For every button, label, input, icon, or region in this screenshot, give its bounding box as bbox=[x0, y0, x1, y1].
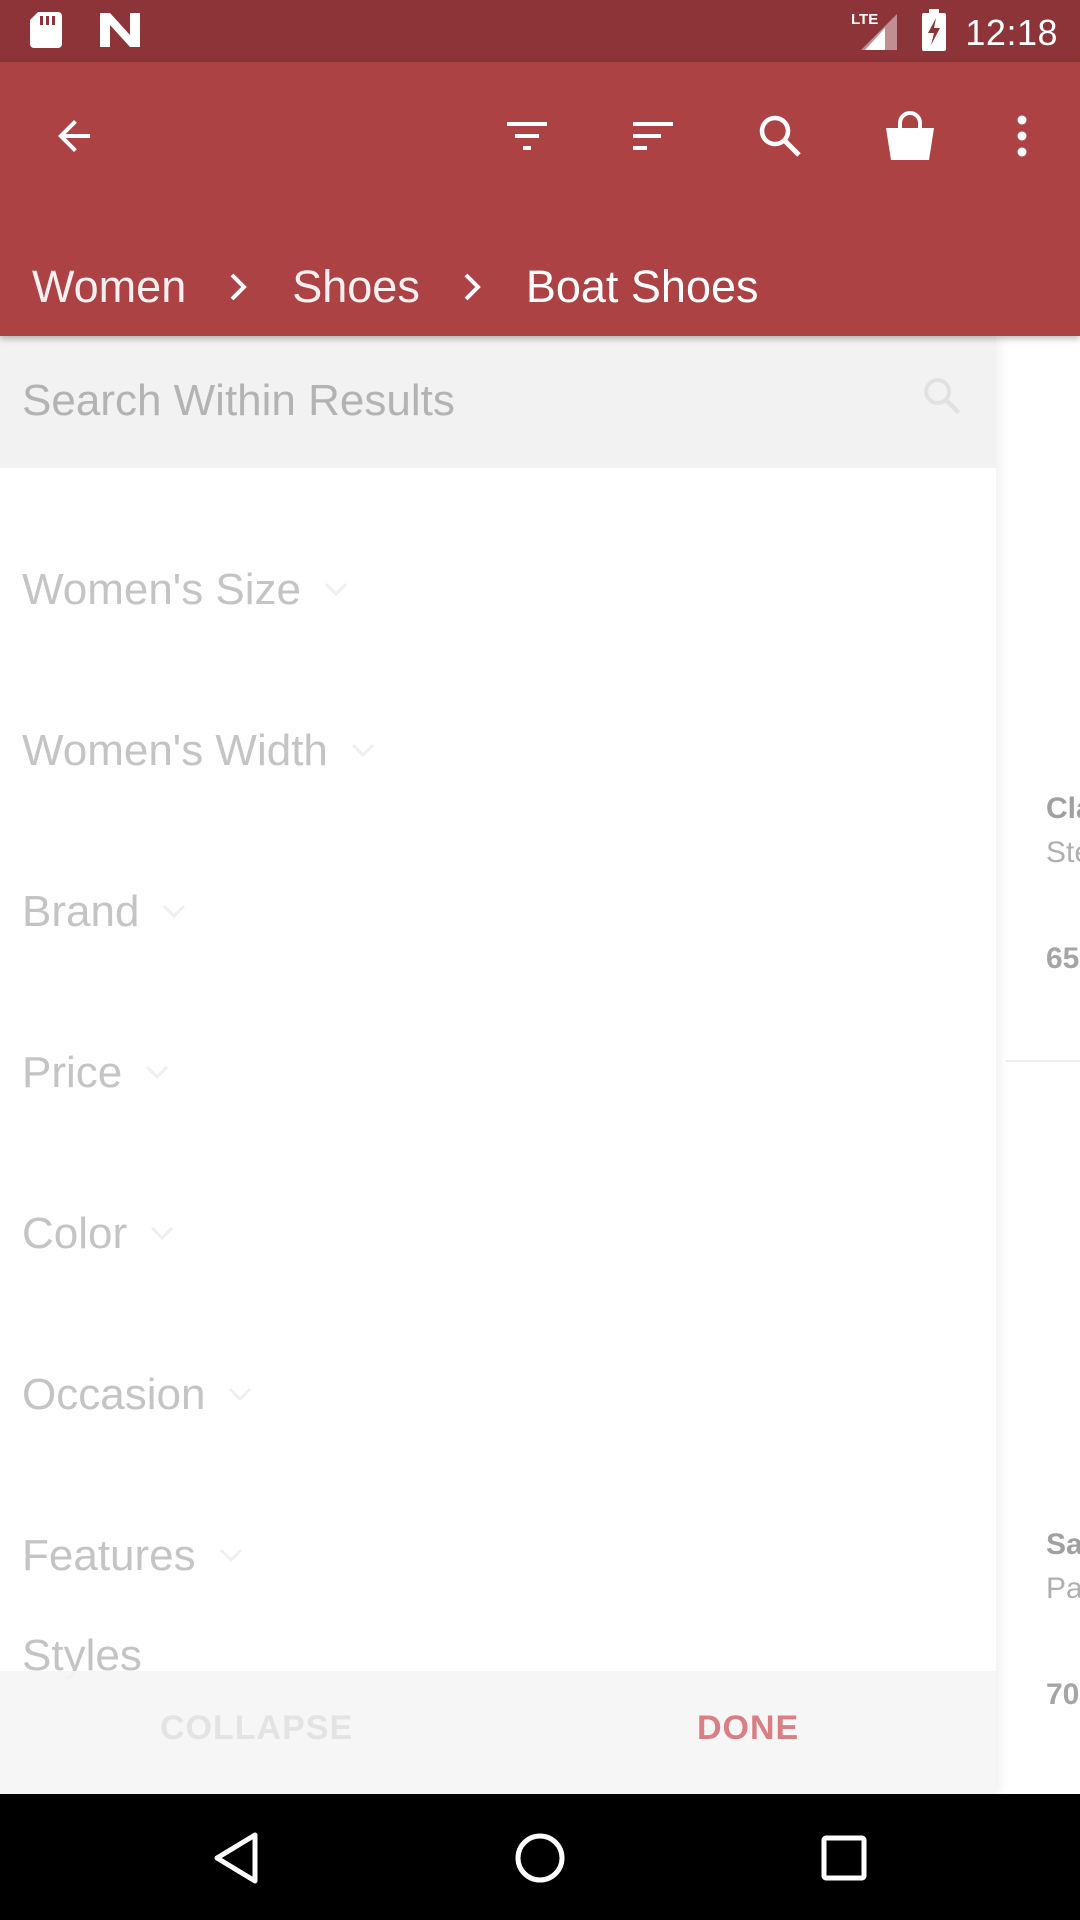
nav-recents-button[interactable] bbox=[802, 1816, 886, 1900]
search-icon bbox=[759, 115, 801, 157]
chevron-down-icon bbox=[218, 1547, 244, 1565]
back-button[interactable] bbox=[34, 96, 114, 176]
status-time: 12:18 bbox=[965, 11, 1058, 53]
sort-button[interactable] bbox=[613, 96, 693, 176]
shopping-bag-button[interactable] bbox=[870, 96, 950, 176]
chevron-down-icon bbox=[227, 1386, 253, 1404]
filter-occasion[interactable]: Occasion bbox=[22, 1355, 253, 1435]
chevron-down-icon bbox=[144, 1064, 170, 1082]
product-divider bbox=[1006, 1060, 1080, 1062]
filter-womens-size[interactable]: Women's Size bbox=[22, 550, 349, 630]
done-button[interactable]: DONE bbox=[697, 1709, 799, 1748]
nav-back-button[interactable] bbox=[194, 1816, 278, 1900]
square-recents-icon bbox=[821, 1835, 867, 1881]
product-subtitle: Ste bbox=[1046, 836, 1080, 869]
lte-signal-icon: LTE bbox=[851, 8, 903, 57]
more-vert-icon bbox=[1017, 115, 1027, 157]
filter-label: Women's Width bbox=[22, 726, 328, 775]
filter-color[interactable]: Color bbox=[22, 1194, 175, 1274]
chevron-down-icon bbox=[350, 742, 376, 760]
product-price: 65 bbox=[1046, 942, 1080, 975]
filter-label: Brand bbox=[22, 887, 140, 936]
chevron-down-icon bbox=[161, 903, 187, 921]
sort-icon bbox=[633, 122, 673, 150]
filter-womens-width[interactable]: Women's Width bbox=[22, 711, 376, 791]
chevron-right-icon bbox=[228, 271, 250, 303]
filter-button[interactable] bbox=[487, 96, 567, 176]
system-nav-bar bbox=[0, 1794, 1080, 1920]
filter-label: Women's Size bbox=[22, 565, 302, 614]
product-title[interactable]: Cla bbox=[1046, 792, 1080, 826]
filter-price[interactable]: Price bbox=[22, 1033, 170, 1113]
filter-drawer: Women's Size Women's Width Brand Price C… bbox=[0, 336, 996, 1794]
search-row bbox=[0, 336, 996, 468]
filter-label: Price bbox=[22, 1048, 123, 1097]
triangle-back-icon bbox=[214, 1832, 258, 1884]
collapse-button[interactable]: COLLAPSE bbox=[160, 1709, 353, 1748]
shopping-bag-icon bbox=[886, 111, 934, 160]
nav-home-button[interactable] bbox=[498, 1816, 582, 1900]
circle-home-icon bbox=[515, 1833, 565, 1883]
filter-label: Occasion bbox=[22, 1370, 206, 1419]
chevron-right-icon bbox=[462, 271, 484, 303]
filter-features[interactable]: Features bbox=[22, 1516, 244, 1596]
status-bar: LTE 12:18 bbox=[0, 0, 1080, 62]
search-button[interactable] bbox=[740, 96, 820, 176]
more-options-button[interactable] bbox=[982, 96, 1062, 176]
breadcrumb: Women Shoes Boat Shoes bbox=[32, 247, 759, 327]
breadcrumb-women[interactable]: Women bbox=[32, 261, 186, 313]
filter-label: Features bbox=[22, 1531, 196, 1580]
svg-text:LTE: LTE bbox=[851, 11, 878, 28]
breadcrumb-shoes[interactable]: Shoes bbox=[292, 261, 420, 313]
product-price: 70 bbox=[1046, 1678, 1080, 1711]
product-subtitle: Pa bbox=[1046, 1572, 1080, 1605]
drawer-bottom-bar: COLLAPSE DONE bbox=[0, 1671, 996, 1794]
status-right-icons: LTE 12:18 bbox=[851, 8, 1058, 57]
search-icon[interactable] bbox=[920, 374, 964, 423]
search-within-results-input[interactable] bbox=[22, 366, 902, 436]
sd-card-icon bbox=[30, 12, 62, 53]
product-title[interactable]: Sa bbox=[1046, 1528, 1080, 1562]
status-left-icons bbox=[30, 12, 140, 53]
filter-label: Color bbox=[22, 1209, 128, 1258]
chevron-down-icon bbox=[149, 1225, 175, 1243]
filter-brand[interactable]: Brand bbox=[22, 872, 187, 952]
back-arrow-icon bbox=[58, 120, 90, 152]
breadcrumb-boat-shoes: Boat Shoes bbox=[525, 261, 759, 312]
chevron-down-icon bbox=[323, 581, 349, 599]
product-list: Cla Ste 65 Sa Pa 70 bbox=[996, 336, 1080, 1794]
app-bar: Women Shoes Boat Shoes bbox=[0, 62, 1080, 336]
n-logo-icon bbox=[100, 13, 140, 52]
battery-charging-icon bbox=[921, 9, 947, 56]
filter-icon bbox=[507, 122, 547, 150]
